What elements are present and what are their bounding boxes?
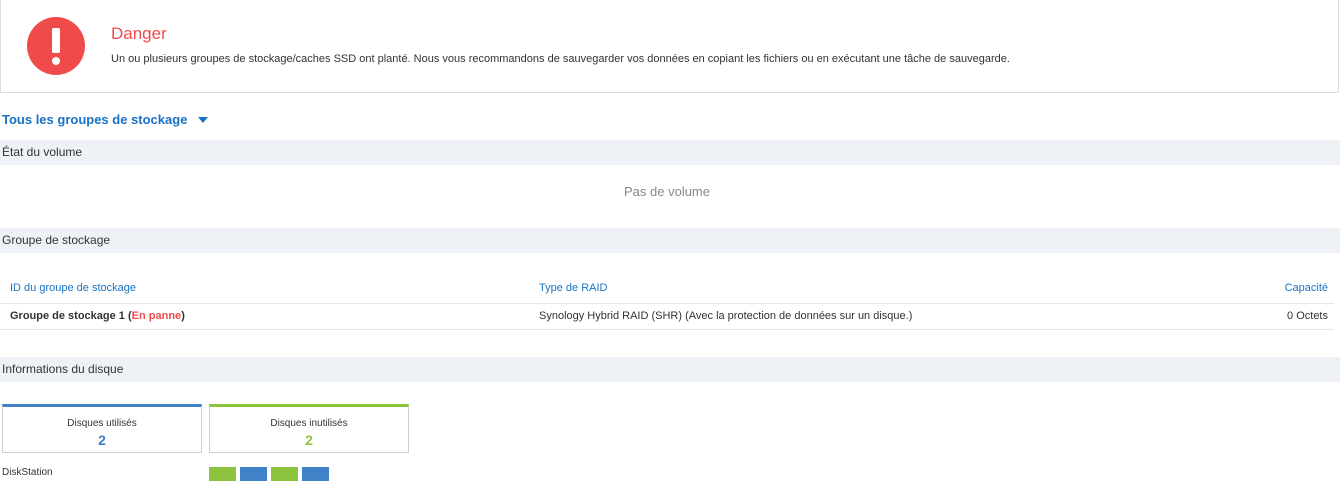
volume-section-header: État du volume (0, 140, 1340, 165)
unused-disks-count: 2 (305, 432, 313, 448)
column-header-pool-id[interactable]: ID du groupe de stockage (10, 282, 136, 294)
used-disks-count: 2 (98, 432, 106, 448)
pool-name-cell: Groupe de stockage 1 (En panne) (10, 310, 185, 322)
pool-table-header: ID du groupe de stockage Type de RAID Ca… (0, 279, 1334, 304)
capacity-cell: 0 Octets (1287, 310, 1328, 322)
used-disks-card[interactable]: Disques utilisés 2 (2, 404, 202, 453)
raid-type-cell: Synology Hybrid RAID (SHR) (Avec la prot… (539, 310, 913, 322)
disk-slot-2[interactable] (240, 467, 267, 481)
table-row[interactable]: Groupe de stockage 1 (En panne) Synology… (0, 304, 1334, 330)
chevron-down-icon[interactable] (198, 116, 209, 123)
disk-slot-1[interactable] (209, 467, 236, 481)
storage-pool-selector-label: Tous les groupes de stockage (2, 112, 188, 127)
alert-message: Un ou plusieurs groupes de stockage/cach… (111, 53, 1010, 65)
column-header-capacity[interactable]: Capacité (1285, 282, 1328, 294)
unused-disks-card[interactable]: Disques inutilisés 2 (209, 404, 409, 453)
empty-volume-message: Pas de volume (624, 184, 710, 199)
disk-section-header: Informations du disque (0, 357, 1340, 382)
storage-pool-selector[interactable]: Tous les groupes de stockage (2, 112, 209, 127)
device-label: DiskStation (2, 467, 53, 478)
disk-slot-3[interactable] (271, 467, 298, 481)
pool-status: En panne (131, 310, 182, 322)
column-header-raid-type[interactable]: Type de RAID (539, 282, 607, 294)
pool-status-open: ( (124, 310, 132, 322)
unused-disks-label: Disques inutilisés (270, 418, 348, 429)
danger-alert: Danger Un ou plusieurs groupes de stocka… (0, 0, 1339, 93)
pool-status-close: ) (181, 310, 185, 322)
exclamation-icon (27, 17, 85, 75)
disk-slots (209, 467, 329, 481)
used-disks-label: Disques utilisés (67, 418, 137, 429)
pool-section-header: Groupe de stockage (0, 228, 1340, 253)
pool-name: Groupe de stockage 1 (10, 310, 125, 322)
alert-title: Danger (111, 24, 167, 43)
disk-slot-4[interactable] (302, 467, 329, 481)
